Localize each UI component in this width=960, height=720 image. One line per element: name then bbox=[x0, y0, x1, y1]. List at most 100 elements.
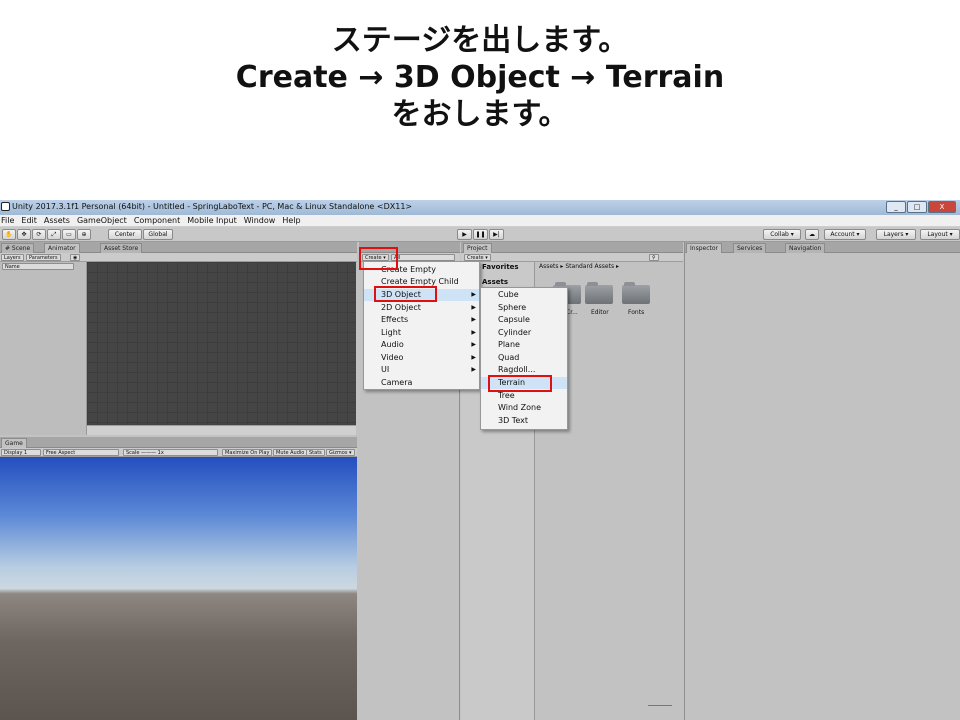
window-title: Unity 2017.3.1f1 Personal (64bit) - Unti… bbox=[12, 202, 413, 211]
menu-help[interactable]: Help bbox=[282, 215, 300, 226]
menu-item-audio-label: Audio bbox=[381, 340, 404, 349]
zoom-slider[interactable] bbox=[648, 705, 672, 709]
highlight-create-button bbox=[359, 247, 398, 270]
tab-project[interactable]: Project bbox=[463, 243, 492, 253]
move-tool-icon[interactable]: ✥ bbox=[17, 229, 31, 240]
mute-audio-toggle[interactable]: Mute Audio bbox=[273, 449, 308, 456]
menu-item-ui-label: UI bbox=[381, 365, 390, 374]
caption-line-2: Create → 3D Object → Terrain bbox=[235, 60, 725, 95]
submenu-arrow-icon: ▶ bbox=[471, 291, 476, 298]
rect-tool-icon[interactable]: ▭ bbox=[62, 229, 76, 240]
project-breadcrumb[interactable]: Assets ▸ Standard Assets ▸ bbox=[539, 263, 619, 270]
inspector-tabstrip: Inspector Services Navigation bbox=[685, 242, 960, 253]
menu-item-effects-label: Effects bbox=[381, 315, 409, 324]
menu-item-effects[interactable]: Effects ▶ bbox=[364, 314, 479, 326]
tab-navigation[interactable]: Navigation bbox=[785, 243, 826, 253]
submenu-arrow-icon: ▶ bbox=[471, 354, 476, 361]
step-button[interactable]: ▶| bbox=[489, 229, 504, 240]
tab-inspector[interactable]: Inspector bbox=[686, 243, 722, 253]
submenu-item-plane[interactable]: Plane bbox=[481, 339, 567, 351]
pause-button[interactable]: ❚❚ bbox=[473, 229, 488, 240]
cloud-icon[interactable]: ☁ bbox=[805, 229, 819, 240]
layout-dropdown[interactable]: Layout ▾ bbox=[920, 229, 960, 240]
scale-value: 1x bbox=[157, 450, 164, 456]
submenu-item-cube[interactable]: Cube bbox=[481, 289, 567, 301]
window-controls: _ □ X bbox=[886, 201, 956, 213]
project-filter-icon[interactable]: ⚲ bbox=[649, 254, 659, 261]
aspect-dropdown[interactable]: Free Aspect bbox=[43, 449, 119, 456]
menu-item-2d-object-label: 2D Object bbox=[381, 303, 421, 312]
eye-icon[interactable]: ◉ bbox=[70, 254, 81, 261]
menu-mobile-input[interactable]: Mobile Input bbox=[187, 215, 237, 226]
menu-item-ui[interactable]: UI ▶ bbox=[364, 364, 479, 376]
hand-tool-icon[interactable]: ✋ bbox=[2, 229, 16, 240]
animator-parameters-tab[interactable]: Parameters bbox=[26, 254, 61, 261]
submenu-item-cylinder[interactable]: Cylinder bbox=[481, 327, 567, 339]
submenu-item-quad[interactable]: Quad bbox=[481, 352, 567, 364]
3d-object-submenu: Cube Sphere Capsule Cylinder Plane Quad … bbox=[480, 287, 568, 430]
account-button[interactable]: Account ▾ bbox=[824, 229, 866, 240]
submenu-item-wind-zone[interactable]: Wind Zone bbox=[481, 402, 567, 414]
caption-line-3: をおします。 bbox=[391, 97, 569, 132]
submenu-item-sphere[interactable]: Sphere bbox=[481, 302, 567, 314]
tab-asset-store[interactable]: Asset Store bbox=[100, 243, 143, 253]
menu-item-camera[interactable]: Camera bbox=[364, 377, 479, 389]
submenu-arrow-icon: ▶ bbox=[471, 316, 476, 323]
tab-animator[interactable]: Animator bbox=[44, 243, 80, 253]
animator-graph-canvas[interactable] bbox=[87, 262, 356, 425]
submenu-arrow-icon: ▶ bbox=[471, 366, 476, 373]
animator-layers-tab[interactable]: Layers bbox=[1, 254, 24, 261]
game-tabstrip: Game bbox=[0, 437, 357, 448]
game-subbar: Display 1 Free Aspect Scale ——— 1x Maxim… bbox=[0, 448, 357, 457]
display-dropdown[interactable]: Display 1 bbox=[1, 449, 41, 456]
pivot-global-button[interactable]: Global bbox=[143, 229, 173, 240]
submenu-item-capsule[interactable]: Capsule bbox=[481, 314, 567, 326]
tab-scene[interactable]: # Scene bbox=[1, 243, 35, 253]
caption-line-1: ステージを出します。 bbox=[331, 23, 629, 58]
unity-logo-icon bbox=[1, 202, 10, 211]
layers-dropdown[interactable]: Layers ▾ bbox=[876, 229, 916, 240]
parameter-search-input[interactable]: Name bbox=[2, 263, 74, 270]
close-button[interactable]: X bbox=[928, 201, 956, 213]
menu-item-video-label: Video bbox=[381, 353, 404, 362]
menu-item-video[interactable]: Video ▶ bbox=[364, 352, 479, 364]
menu-item-audio[interactable]: Audio ▶ bbox=[364, 339, 479, 351]
gizmos-dropdown[interactable]: Gizmos ▾ bbox=[326, 449, 355, 456]
play-button[interactable]: ▶ bbox=[457, 229, 472, 240]
stats-toggle[interactable]: Stats bbox=[306, 449, 325, 456]
tab-services[interactable]: Services bbox=[733, 243, 767, 253]
highlight-3d-object bbox=[374, 286, 437, 302]
menu-component[interactable]: Component bbox=[134, 215, 180, 226]
animator-parameters-panel: Name bbox=[0, 262, 87, 435]
animator-scrollbar[interactable] bbox=[87, 425, 356, 435]
tab-game[interactable]: Game bbox=[1, 438, 27, 448]
create-context-menu: Create Empty Create Empty Child 3D Objec… bbox=[363, 261, 480, 390]
submenu-item-3d-text[interactable]: 3D Text bbox=[481, 415, 567, 427]
collab-button[interactable]: Collab ▾ bbox=[763, 229, 801, 240]
assets-label[interactable]: Assets bbox=[482, 278, 508, 286]
maximize-button[interactable]: □ bbox=[907, 201, 927, 213]
folder-label-fonts: Fonts bbox=[628, 309, 645, 316]
menu-file[interactable]: File bbox=[1, 215, 14, 226]
menu-window[interactable]: Window bbox=[244, 215, 276, 226]
game-view bbox=[0, 457, 357, 720]
menu-edit[interactable]: Edit bbox=[21, 215, 37, 226]
folder-icon[interactable] bbox=[585, 282, 613, 304]
transform-tool-icon[interactable]: ⊕ bbox=[77, 229, 91, 240]
pivot-center-button[interactable]: Center bbox=[108, 229, 142, 240]
minimize-button[interactable]: _ bbox=[886, 201, 906, 213]
project-create-button[interactable]: Create ▾ bbox=[464, 254, 491, 261]
menu-gameobject[interactable]: GameObject bbox=[77, 215, 127, 226]
hierarchy-search-input[interactable]: All bbox=[391, 254, 455, 261]
scale-tool-icon[interactable]: ⤢ bbox=[47, 229, 61, 240]
slide: ステージを出します。 Create → 3D Object → Terrain … bbox=[0, 0, 960, 720]
menu-assets[interactable]: Assets bbox=[44, 215, 70, 226]
scale-slider[interactable]: Scale ——— 1x bbox=[123, 449, 218, 456]
menu-item-light[interactable]: Light ▶ bbox=[364, 327, 479, 339]
unity-editor-screenshot: Unity 2017.3.1f1 Personal (64bit) - Unti… bbox=[0, 200, 960, 720]
maximize-on-play-toggle[interactable]: Maximize On Play bbox=[222, 449, 273, 456]
folder-icon[interactable] bbox=[622, 282, 650, 304]
favorites-label[interactable]: Favorites bbox=[482, 263, 519, 271]
menu-item-2d-object[interactable]: 2D Object ▶ bbox=[364, 302, 479, 314]
rotate-tool-icon[interactable]: ⟳ bbox=[32, 229, 46, 240]
